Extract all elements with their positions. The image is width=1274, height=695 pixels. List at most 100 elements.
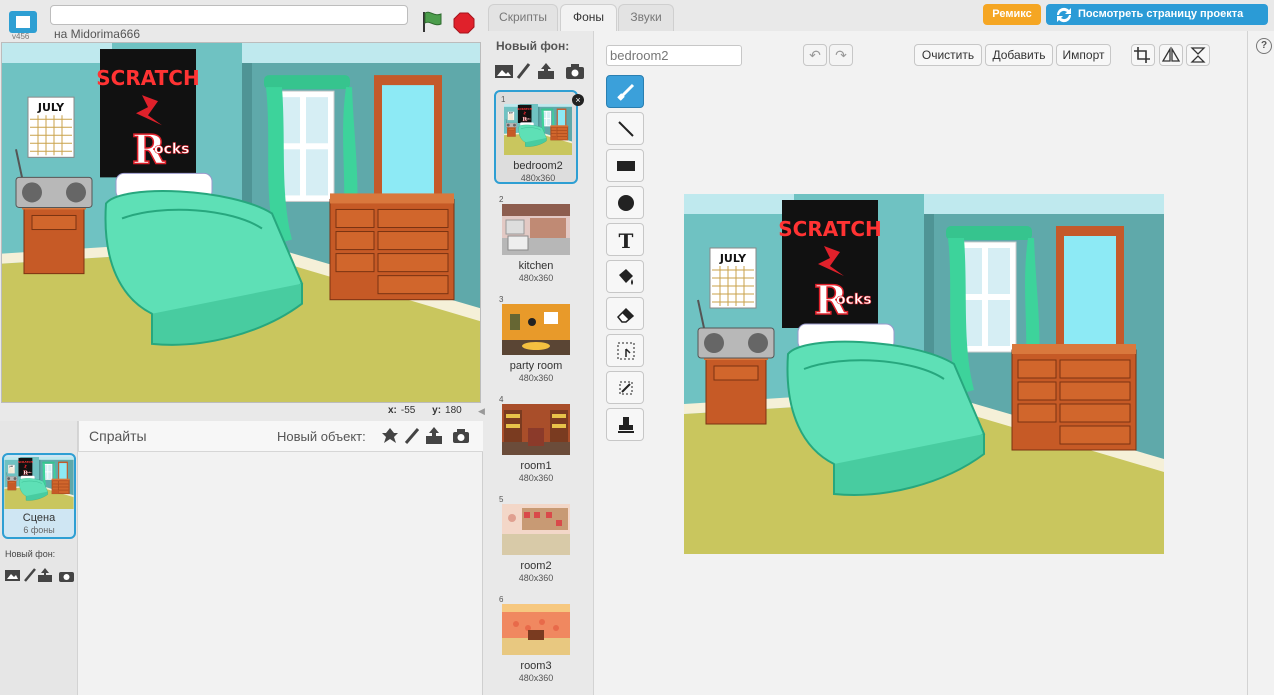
sprites-label: Спрайты	[89, 428, 147, 444]
author-label: на Midorima666	[54, 27, 140, 41]
stamp-tool[interactable]	[606, 408, 644, 441]
sprite-library-icon[interactable]	[380, 426, 400, 446]
backdrop-size: 480x360	[518, 373, 554, 383]
flip-vertical-icon[interactable]	[1186, 44, 1210, 66]
stage-name: Сцена	[22, 512, 56, 524]
tab-sounds[interactable]: Звуки	[618, 4, 674, 31]
redo-icon[interactable]: ↷	[829, 44, 853, 66]
backdrop-thumbnail	[502, 604, 570, 655]
y-value: 180	[445, 405, 462, 416]
backdrop-size: 480x360	[518, 273, 554, 283]
stamp-icon	[618, 417, 634, 433]
tab-backdrops[interactable]: Фоны	[560, 4, 617, 31]
backdrop-number: 5	[499, 495, 504, 504]
backdrop-thumbnail	[502, 404, 570, 455]
stage-backdrop-tools	[4, 567, 78, 583]
brush-icon	[617, 83, 635, 101]
paint-backdrop-icon	[516, 63, 531, 79]
line-icon	[618, 121, 634, 137]
stage-new-backdrop-label: Новый фон:	[5, 549, 56, 559]
backdrop-thumbnail	[502, 204, 570, 255]
costume-name-input[interactable]: bedroom2	[606, 45, 742, 66]
new-backdrop-tools	[494, 62, 586, 80]
magic-select-icon	[619, 381, 633, 395]
backdrop-item[interactable]: 1 bedroom2 480x360	[494, 90, 578, 184]
backdrop-number: 2	[499, 195, 504, 204]
backdrop-number: 3	[499, 295, 504, 304]
fullscreen-toggle-icon[interactable]	[8, 10, 38, 34]
magic-select-tool[interactable]	[606, 371, 644, 404]
camera-backdrop-icon	[59, 572, 74, 582]
upload-backdrop-icon	[538, 63, 554, 79]
x-value: -55	[400, 405, 416, 416]
backdrop-item[interactable]: 3 party room 480x360	[494, 292, 578, 386]
backdrop-name: room1	[520, 460, 552, 472]
backdrop-library-icon	[495, 65, 513, 78]
flip-horizontal-icon[interactable]	[1159, 44, 1183, 66]
brush-tool[interactable]	[606, 75, 644, 108]
fill-tool[interactable]	[606, 260, 644, 293]
backdrop-number: 4	[499, 395, 504, 404]
ellipse-icon	[618, 195, 634, 211]
paint-new-sprite-icon[interactable]	[402, 426, 422, 446]
text-tool[interactable]: T	[606, 223, 644, 256]
stage-canvas[interactable]	[1, 42, 481, 403]
backdrop-name: bedroom2	[513, 160, 563, 172]
backdrop-size: 480x360	[518, 673, 554, 683]
delete-backdrop-icon[interactable]: ×	[572, 94, 584, 106]
eraser-icon	[616, 307, 635, 323]
rectangle-tool[interactable]	[606, 149, 644, 182]
undo-icon[interactable]: ↶	[803, 44, 827, 66]
camera-sprite-icon[interactable]	[451, 426, 471, 446]
mouse-coordinates: x: -55 y: 180	[388, 405, 462, 416]
project-title-input[interactable]	[50, 5, 408, 25]
help-strip	[1247, 31, 1274, 695]
fill-icon	[619, 269, 633, 285]
ellipse-tool[interactable]	[606, 186, 644, 219]
select-tool[interactable]	[606, 334, 644, 367]
backdrop-item[interactable]: 5 room2 480x360	[494, 492, 578, 586]
backdrop-number: 6	[499, 595, 504, 604]
help-icon[interactable]: ?	[1256, 38, 1272, 54]
collapse-arrow-icon[interactable]: ◀	[478, 406, 486, 418]
backdrop-size: 480x360	[520, 173, 556, 183]
backdrop-item[interactable]: 4 room1 480x360	[494, 392, 578, 486]
refresh-icon	[1053, 6, 1075, 23]
backdrop-size: 480x360	[518, 573, 554, 583]
backdrop-thumbnail	[502, 304, 570, 355]
new-object-label: Новый объект:	[277, 429, 366, 444]
backdrop-name: room3	[520, 660, 552, 672]
add-button[interactable]: Добавить	[985, 44, 1053, 66]
backdrop-item[interactable]: 2 kitchen 480x360	[494, 192, 578, 286]
new-backdrop-label: Новый фон:	[496, 39, 570, 53]
x-label: x:	[388, 405, 397, 416]
line-tool[interactable]	[606, 112, 644, 145]
rectangle-icon	[617, 161, 635, 171]
tab-scripts[interactable]: Скрипты	[488, 4, 558, 31]
import-button[interactable]: Импорт	[1056, 44, 1111, 66]
upload-backdrop-icon	[38, 568, 52, 582]
paint-canvas[interactable]	[684, 194, 1164, 554]
svg-text:T: T	[619, 230, 634, 250]
version-label: v456	[12, 32, 30, 41]
select-icon	[617, 342, 635, 360]
eraser-tool[interactable]	[606, 297, 644, 330]
paint-backdrop-icon	[24, 568, 36, 582]
remix-button[interactable]: Ремикс	[983, 4, 1041, 25]
clear-button[interactable]: Очистить	[914, 44, 982, 66]
backdrop-item[interactable]: 6 room3 480x360	[494, 592, 578, 686]
backdrop-thumbnail	[502, 504, 570, 555]
stage-backdrop-count: 6 фоны	[23, 525, 55, 535]
backdrop-thumbnail	[504, 104, 572, 155]
upload-sprite-icon[interactable]	[424, 426, 444, 446]
text-icon: T	[619, 230, 634, 250]
y-label: y:	[432, 405, 442, 416]
crop-icon[interactable]	[1131, 44, 1155, 66]
green-flag-icon[interactable]	[420, 10, 444, 34]
backdrop-name: kitchen	[518, 260, 554, 272]
stop-icon[interactable]	[453, 12, 475, 34]
backdrop-size: 480x360	[518, 473, 554, 483]
backdrop-library-icon	[5, 570, 20, 581]
camera-backdrop-icon	[566, 64, 584, 79]
see-project-page-button[interactable]: Посмотреть страницу проекта	[1046, 4, 1268, 25]
